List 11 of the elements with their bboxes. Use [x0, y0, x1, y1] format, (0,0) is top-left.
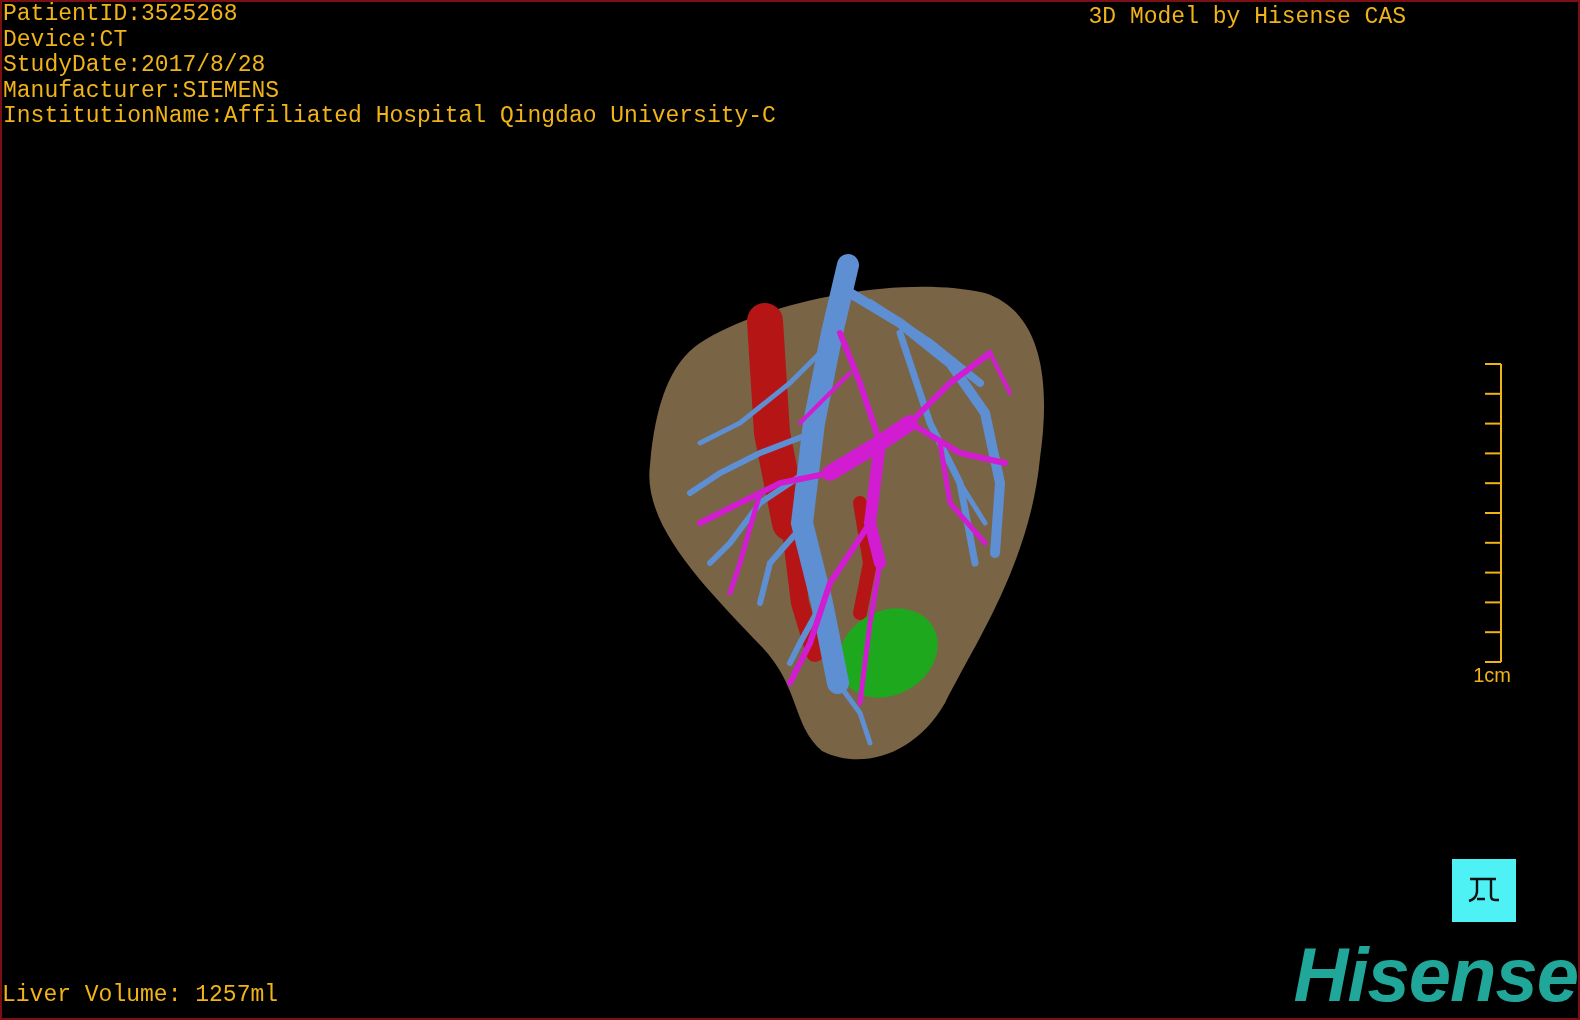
scale-label: 1cm [1473, 662, 1511, 687]
study-info-text: InstitutionName:Affiliated Hospital Qingdao University-C [3, 104, 776, 130]
study-info-text: PatientID:3525268 [3, 2, 239, 28]
view-button[interactable] [1452, 859, 1516, 922]
viewer-title: 3D Model by Hisense CAS [1088, 3, 1406, 32]
scale-ruler-icon [1483, 362, 1503, 663]
study-info-text: Device:CT [3, 27, 129, 53]
liver-volume-text: Liver Volume: 1257ml [2, 982, 279, 1008]
study-info-text: Manufacturer:SIEMENS [3, 78, 281, 104]
brand-logo: Hisense [1293, 940, 1578, 1010]
study-info-text: StudyDate:2017/8/28 [3, 53, 267, 79]
